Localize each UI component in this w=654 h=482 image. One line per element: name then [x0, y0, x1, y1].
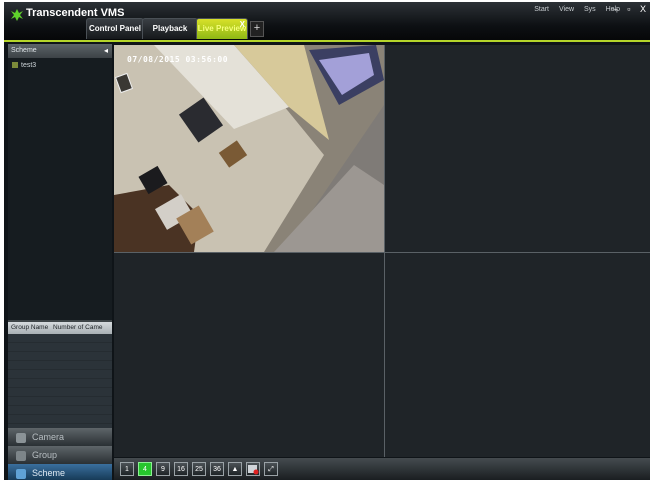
logo-icon: [11, 9, 23, 21]
window-controls: – ▫ X: [606, 4, 646, 14]
group-grid-body: [8, 334, 112, 434]
tree-item-label: test3: [21, 62, 37, 69]
column-group-name[interactable]: Group Name: [11, 322, 48, 334]
camera-icon: [16, 432, 26, 443]
video-grid: 07/08/2015 03:56:00: [114, 45, 650, 457]
tree-item-test3[interactable]: test3: [12, 62, 36, 69]
video-cell-4[interactable]: [385, 253, 650, 457]
minimize-icon[interactable]: –: [613, 4, 618, 14]
group-icon: [16, 450, 26, 461]
sidebar: Scheme ◂ test3 Group Name Number of Came…: [8, 44, 112, 480]
layout-25-button[interactable]: 25: [192, 462, 206, 476]
scheme-icon: [16, 468, 26, 479]
accent-divider: [4, 40, 650, 42]
screenshot-glyph-icon: [248, 465, 259, 475]
grid-divider-horizontal: [114, 252, 650, 253]
nav-scheme-button[interactable]: Scheme: [8, 464, 112, 480]
scheme-tree: test3: [8, 58, 112, 321]
close-icon[interactable]: X: [640, 4, 646, 14]
nav-group-label: Group: [32, 450, 58, 460]
sidebar-header: Scheme ◂: [8, 44, 112, 58]
sidebar-header-label: Scheme: [11, 47, 37, 54]
camera-node-icon: [12, 62, 18, 69]
video-cell-2[interactable]: [385, 45, 650, 252]
vms-window: Transcendent VMS Control Panel Playback …: [4, 2, 650, 480]
nav-group-button[interactable]: Group: [8, 446, 112, 464]
layout-36-button[interactable]: 36: [210, 462, 224, 476]
camera-feed-image: [114, 45, 384, 252]
video-timestamp: 07/08/2015 03:56:00: [127, 55, 229, 64]
nav-camera-label: Camera: [32, 432, 65, 442]
view-toolbar: 1 4 9 16 25 36 ▲ ⤢: [114, 458, 650, 480]
layout-9-button[interactable]: 9: [156, 462, 170, 476]
layout-16-button[interactable]: 16: [174, 462, 188, 476]
layout-4-button[interactable]: 4: [138, 462, 152, 476]
tab-live-preview[interactable]: Live Preview X: [196, 18, 248, 39]
menu-sys[interactable]: Sys: [584, 6, 596, 13]
collapse-icon[interactable]: ◂: [104, 44, 108, 58]
menu-view[interactable]: View: [559, 6, 574, 13]
tab-control-panel[interactable]: Control Panel: [86, 18, 144, 39]
menu-start[interactable]: Start: [534, 6, 549, 13]
fullscreen-icon[interactable]: ⤢: [264, 462, 278, 476]
video-cell-3[interactable]: [114, 253, 384, 457]
group-grid-header: Group Name Number of Came: [8, 322, 112, 334]
layout-1-button[interactable]: 1: [120, 462, 134, 476]
nav-camera-button[interactable]: Camera: [8, 428, 112, 446]
eject-icon[interactable]: ▲: [228, 462, 242, 476]
grid-divider-vertical: [384, 45, 385, 457]
column-number-of-cameras[interactable]: Number of Came: [53, 322, 103, 334]
nav-scheme-label: Scheme: [32, 468, 66, 478]
screenshot-icon[interactable]: [246, 462, 260, 476]
title-bar: Transcendent VMS Control Panel Playback …: [4, 2, 650, 42]
tab-playback[interactable]: Playback: [142, 18, 198, 39]
video-cell-1[interactable]: 07/08/2015 03:56:00: [114, 45, 384, 252]
close-tab-icon[interactable]: X: [240, 15, 245, 35]
restore-icon[interactable]: ▫: [627, 4, 630, 14]
add-tab-button[interactable]: +: [250, 21, 264, 37]
